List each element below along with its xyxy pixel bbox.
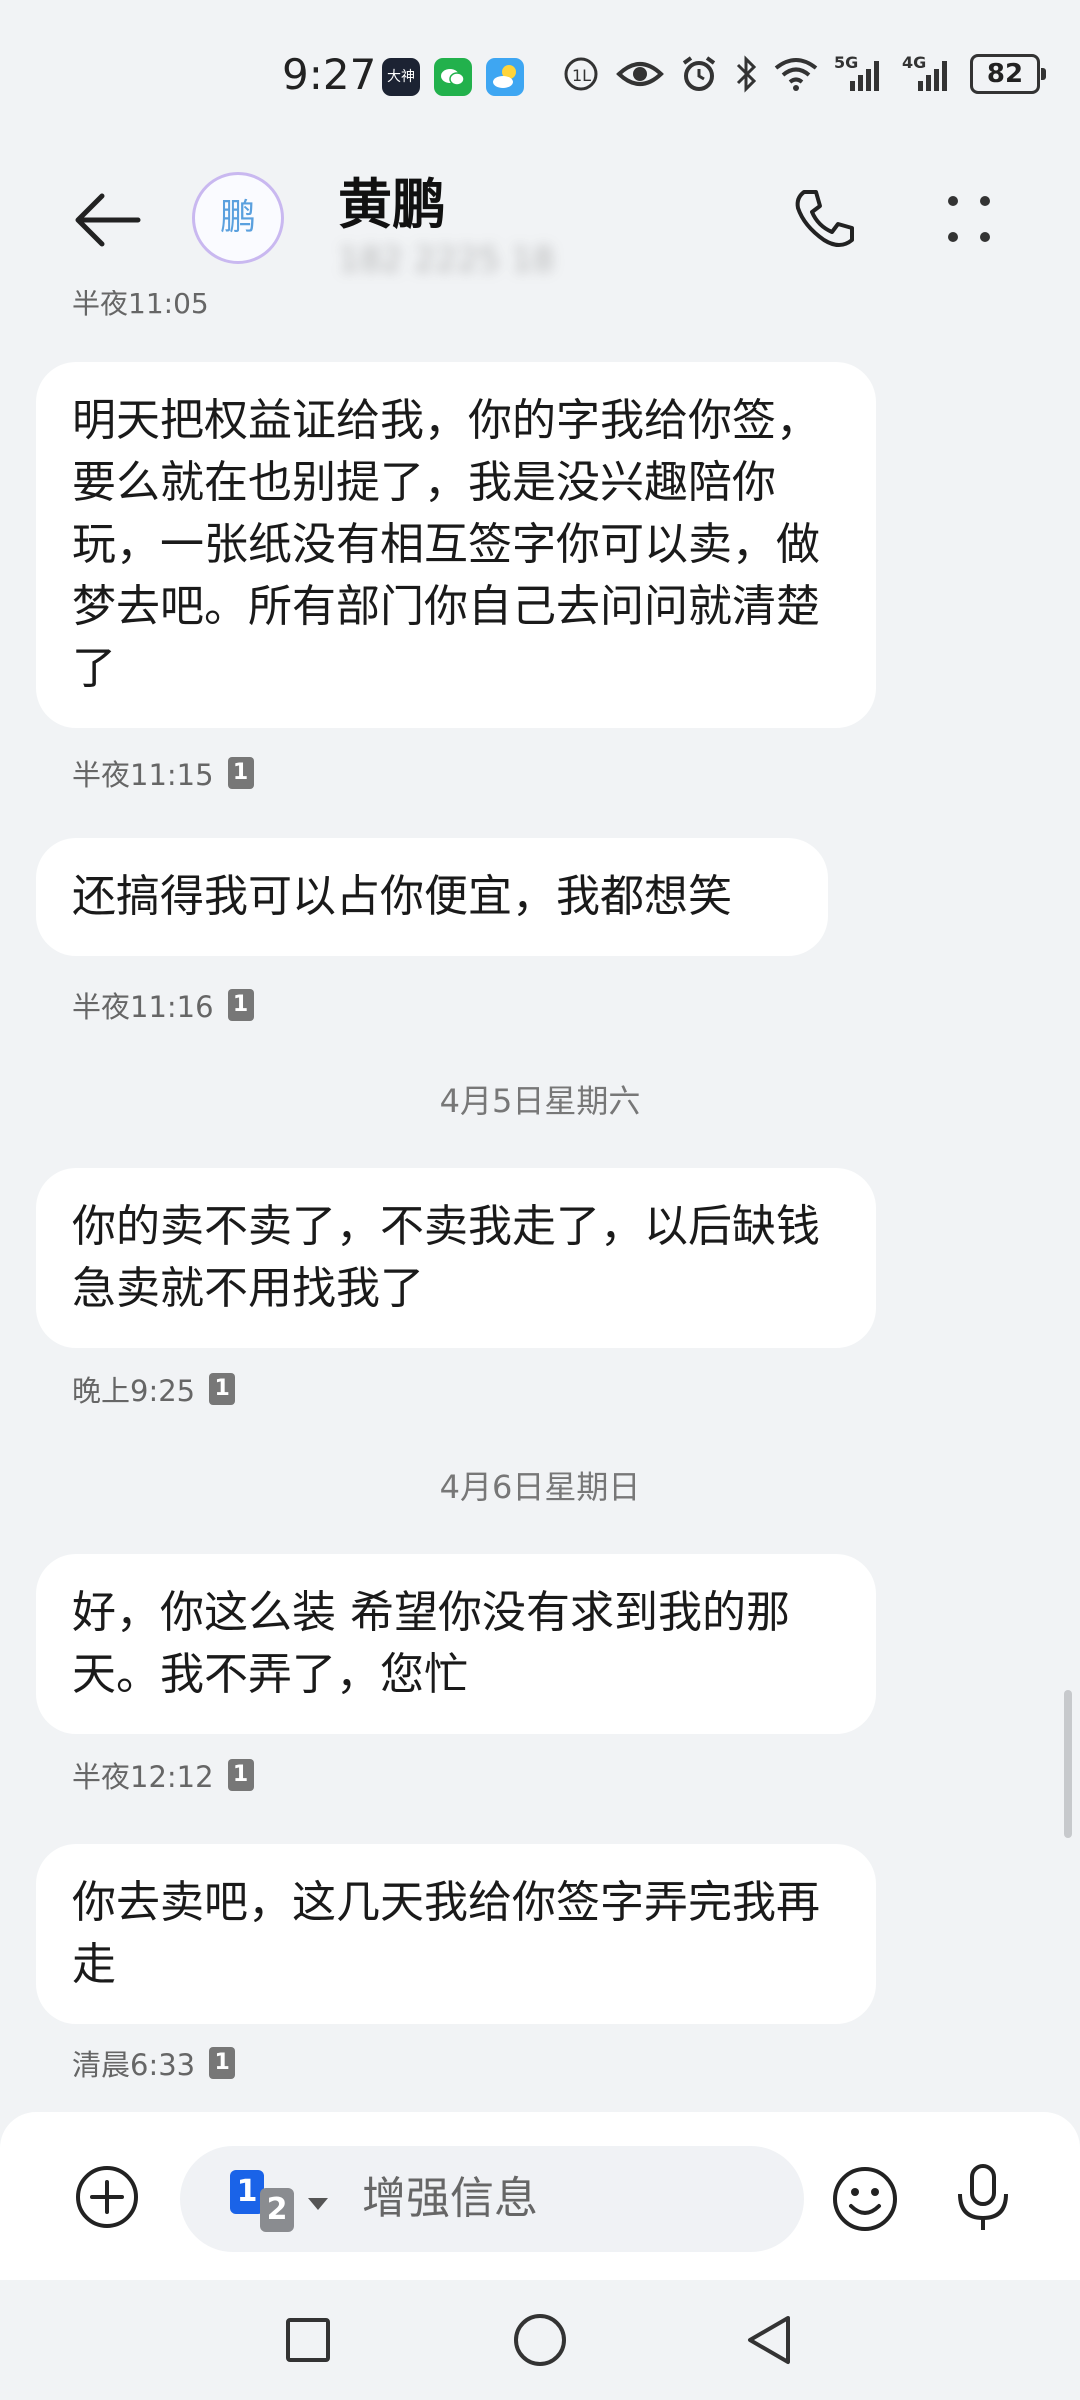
more-icon-dot xyxy=(980,232,990,242)
date-separator: 4月6日星期日 xyxy=(439,1468,641,1506)
status-icons: 1L 5G 4G 82 xyxy=(562,53,1046,94)
message-input[interactable]: 1 2 增强信息 xyxy=(180,2146,804,2252)
more-icon-dot xyxy=(980,196,990,206)
sim-tag: 1 xyxy=(209,2047,236,2079)
signal-4g-icon: 4G xyxy=(902,53,954,93)
back-button[interactable] xyxy=(72,190,142,250)
call-button[interactable] xyxy=(790,184,860,254)
sim-2-badge: 2 xyxy=(260,2188,294,2232)
back-arrow-icon xyxy=(75,193,141,247)
emoji-icon xyxy=(833,2167,897,2231)
hd-call-icon: 1L xyxy=(564,57,598,91)
emoji-button[interactable] xyxy=(830,2164,900,2234)
bluetooth-icon xyxy=(736,55,757,93)
message-bubble[interactable]: 你去卖吧，这几天我给你签字弄完我再走 xyxy=(36,1844,876,2024)
back-triangle-icon xyxy=(748,2316,790,2364)
svg-text:1L: 1L xyxy=(572,66,591,85)
scrollbar[interactable] xyxy=(1064,1690,1072,1838)
contact-number: 182 2225 18 xyxy=(338,240,555,280)
recent-apps-button[interactable] xyxy=(286,2318,330,2362)
contact-avatar[interactable]: 鹏 xyxy=(192,172,284,264)
alarm-icon xyxy=(682,56,716,91)
home-button[interactable] xyxy=(514,2314,566,2366)
weather-icon xyxy=(486,58,524,96)
message-bubble[interactable]: 你的卖不卖了，不卖我走了，以后缺钱急卖就不用找我了 xyxy=(36,1168,876,1348)
message-time: 半夜11:15 xyxy=(72,758,214,792)
message-bubble[interactable]: 明天把权益证给我，你的字我给你签，要么就在也别提了，我是没兴趣陪你玩，一张纸没有… xyxy=(36,362,876,728)
more-options-button[interactable] xyxy=(940,188,1000,252)
input-placeholder: 增强信息 xyxy=(362,2173,538,2224)
message-bubble[interactable]: 还搞得我可以占你便宜，我都想笑 xyxy=(36,838,828,956)
app-badge-dashen: 大神 xyxy=(382,58,420,96)
message-meta: 清晨6:33 1 xyxy=(72,2042,236,2084)
date-separator: 4月5日星期六 xyxy=(439,1082,641,1120)
message-time: 半夜12:12 xyxy=(72,1760,214,1794)
message-composer: 1 2 增强信息 xyxy=(0,2112,1080,2280)
phone-icon xyxy=(795,190,854,247)
sim-selector[interactable]: 1 2 xyxy=(230,2170,330,2232)
message-bubble[interactable]: 好，你这么装 希望你没有求到我的那天。我不弄了，您忙 xyxy=(36,1554,876,1734)
battery-indicator: 82 xyxy=(970,54,1046,94)
signal-5g-icon: 5G xyxy=(834,53,886,93)
status-bar: 9:27 大神 1L 5G 4G 82 xyxy=(0,0,1080,140)
message-time: 半夜11:16 xyxy=(72,990,214,1024)
more-icon-dot xyxy=(948,232,958,242)
voice-input-button[interactable] xyxy=(952,2162,1014,2234)
contact-name[interactable]: 黄鹏 xyxy=(338,160,446,239)
sim-tag: 1 xyxy=(209,1373,236,1405)
nav-back-button[interactable] xyxy=(744,2312,794,2368)
add-icon xyxy=(76,2166,138,2228)
more-icon-dot xyxy=(948,196,958,206)
message-meta: 晚上9:25 1 xyxy=(72,1368,236,1410)
sim-1-badge: 1 xyxy=(230,2170,264,2214)
message-meta: 半夜11:16 1 xyxy=(72,984,254,1026)
sim-tag: 1 xyxy=(227,1759,254,1791)
status-time: 9:27 xyxy=(282,50,377,99)
chevron-down-icon xyxy=(308,2198,328,2210)
message-meta: 半夜12:12 1 xyxy=(72,1754,254,1796)
conversation-header: 鹏 黄鹏 182 2225 18 xyxy=(0,140,1080,290)
message-time-partial: 半夜11:05 xyxy=(72,290,209,320)
eye-icon xyxy=(616,62,664,86)
message-meta: 半夜11:15 1 xyxy=(72,752,254,794)
message-time: 清晨6:33 xyxy=(72,2048,196,2082)
message-thread[interactable]: 半夜11:05 明天把权益证给我，你的字我给你签，要么就在也别提了，我是没兴趣陪… xyxy=(0,290,1080,2110)
system-navigation-bar xyxy=(0,2280,1080,2400)
sim-tag: 1 xyxy=(227,757,254,789)
wechat-icon xyxy=(434,58,472,96)
message-time: 晚上9:25 xyxy=(72,1374,196,1408)
sim-tag: 1 xyxy=(227,989,254,1021)
add-attachment-button[interactable] xyxy=(74,2164,140,2230)
mic-icon xyxy=(958,2164,1008,2230)
wifi-icon xyxy=(774,58,818,91)
